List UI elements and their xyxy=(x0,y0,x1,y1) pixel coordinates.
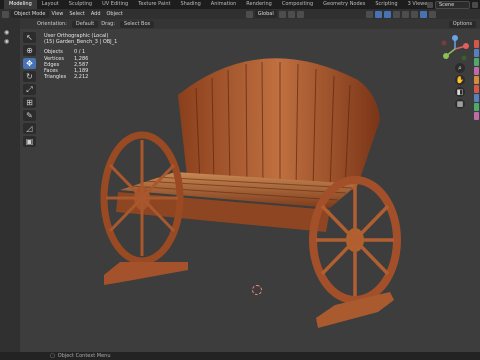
xray-icon[interactable] xyxy=(392,10,400,18)
viewport-nav-buttons: ⌕ ✋ ◧ ▦ xyxy=(455,63,469,111)
transform-orientation-dropdown[interactable]: Global xyxy=(254,10,277,18)
viewport-info: User Orthographic (Local) (15) Garden_Be… xyxy=(44,33,117,80)
menu-view[interactable]: View xyxy=(49,11,67,17)
tab-modifier-icon[interactable] xyxy=(474,103,479,111)
workspace-bar: Modeling Layout Sculpting UV Editing Texture… xyxy=(0,0,480,9)
shading-wireframe-icon[interactable] xyxy=(401,10,409,18)
shading-solid-icon[interactable] xyxy=(410,10,418,18)
select-tool-icon[interactable]: ↖ xyxy=(23,32,36,43)
scene-browse-icon[interactable] xyxy=(427,2,433,8)
status-text: Object Context Menu xyxy=(57,353,111,359)
cursor-tool-icon[interactable]: ⊕ xyxy=(23,45,36,56)
add-cube-tool-icon[interactable]: ▣ xyxy=(23,136,36,147)
scale-tool-icon[interactable]: ⤢ xyxy=(23,84,36,95)
grid-icon[interactable]: ▦ xyxy=(455,99,465,109)
annotate-tool-icon[interactable]: ✎ xyxy=(23,110,36,121)
overlay-toggle-icon[interactable] xyxy=(383,10,391,18)
left-wheel xyxy=(100,131,184,265)
menu-add[interactable]: Add xyxy=(88,11,104,17)
tool-shelf: ↖ ⊕ ✥ ↻ ⤢ ⊞ ✎ ◿ ▣ xyxy=(23,32,36,149)
left-foot xyxy=(104,262,188,285)
drag-dropdown[interactable]: Select Box xyxy=(120,20,155,28)
orientation-label: Orientation: xyxy=(37,21,67,27)
zoom-icon[interactable]: ⌕ xyxy=(455,63,465,73)
options-dropdown[interactable]: Options xyxy=(448,20,476,28)
workspace-tab[interactable]: Layout xyxy=(37,0,64,9)
stat-row: Triangles 2,212 xyxy=(44,74,117,80)
stat-label: Triangles xyxy=(44,74,67,81)
proportional-edit-icon[interactable] xyxy=(296,10,304,18)
viewport-header: Object Mode View Select Add Object Globa… xyxy=(0,9,480,19)
shading-rendered-icon[interactable] xyxy=(428,10,436,18)
workspace-tab[interactable]: Sculpting xyxy=(64,0,97,9)
move-tool-icon[interactable]: ✥ xyxy=(23,58,36,69)
scene-controls: Scene xyxy=(427,1,478,9)
workspace-tab[interactable]: Scripting xyxy=(370,0,402,9)
workspace-tab[interactable]: Shading xyxy=(175,0,205,9)
workspace-tab[interactable]: Texture Paint xyxy=(133,0,175,9)
visibility-icon[interactable] xyxy=(365,10,373,18)
rotate-tool-icon[interactable]: ↻ xyxy=(23,71,36,82)
camera-icon[interactable]: ◧ xyxy=(455,87,465,97)
tab-render-icon[interactable] xyxy=(474,49,479,57)
workspace-tab[interactable]: Geometry Nodes xyxy=(318,0,370,9)
scene-selector[interactable]: Scene xyxy=(435,1,470,9)
workspace-tab[interactable]: Modeling xyxy=(4,0,37,9)
properties-tabs xyxy=(474,40,480,121)
left-strip: ◉ ◉ xyxy=(0,19,20,360)
tab-object-icon[interactable] xyxy=(474,94,479,102)
tab-scene-icon[interactable] xyxy=(474,76,479,84)
mouse-icon: ▢ xyxy=(50,353,55,359)
pan-hand-icon[interactable]: ✋ xyxy=(455,75,465,85)
right-foot xyxy=(316,292,394,328)
object-name: (15) Garden_Bench_3 | OBJ_1 xyxy=(44,39,118,46)
menu-select[interactable]: Select xyxy=(66,11,87,17)
status-bar: ▢ Object Context Menu xyxy=(0,352,480,360)
seat xyxy=(120,172,358,208)
mode-dropdown[interactable]: Object Mode xyxy=(11,10,49,18)
tab-view-layer-icon[interactable] xyxy=(474,67,479,75)
menu-object[interactable]: Object xyxy=(104,11,126,17)
tool-settings-header: Orientation: Default Drag: Select Box Op… xyxy=(0,19,480,29)
right-wheel xyxy=(309,176,401,304)
workspace-tab[interactable]: UV Editing xyxy=(97,0,133,9)
transform-orientation-icon[interactable] xyxy=(245,10,253,18)
pivot-icon[interactable] xyxy=(278,10,286,18)
workspace-tab[interactable]: Rendering xyxy=(241,0,277,9)
transform-tool-icon[interactable]: ⊞ xyxy=(23,97,36,108)
tab-material-icon[interactable] xyxy=(474,112,479,120)
view-layer-icon[interactable] xyxy=(472,2,478,8)
seat-front xyxy=(116,192,330,232)
eye-icon[interactable]: ◉ xyxy=(4,38,14,45)
tab-tool-icon[interactable] xyxy=(474,40,479,48)
shading-material-icon[interactable] xyxy=(419,10,427,18)
drag-label: Drag: xyxy=(101,21,116,27)
eye-icon[interactable]: ◉ xyxy=(4,29,14,36)
3d-cursor-icon[interactable] xyxy=(252,285,262,295)
editor-type-icon[interactable] xyxy=(2,10,9,18)
backrest xyxy=(178,58,380,191)
gizmo-toggle-icon[interactable] xyxy=(374,10,382,18)
workspace-tab[interactable]: Animation xyxy=(206,0,242,9)
tab-world-icon[interactable] xyxy=(474,85,479,93)
workspace-tab[interactable]: Compositing xyxy=(277,0,318,9)
stat-value: 2,212 xyxy=(74,74,89,81)
measure-tool-icon[interactable]: ◿ xyxy=(23,123,36,134)
tab-output-icon[interactable] xyxy=(474,58,479,66)
navigation-gizmo[interactable] xyxy=(438,34,472,64)
orientation-dropdown[interactable]: Default xyxy=(71,20,99,28)
snap-icon[interactable] xyxy=(287,10,295,18)
backrest-plank-lines xyxy=(195,61,351,191)
